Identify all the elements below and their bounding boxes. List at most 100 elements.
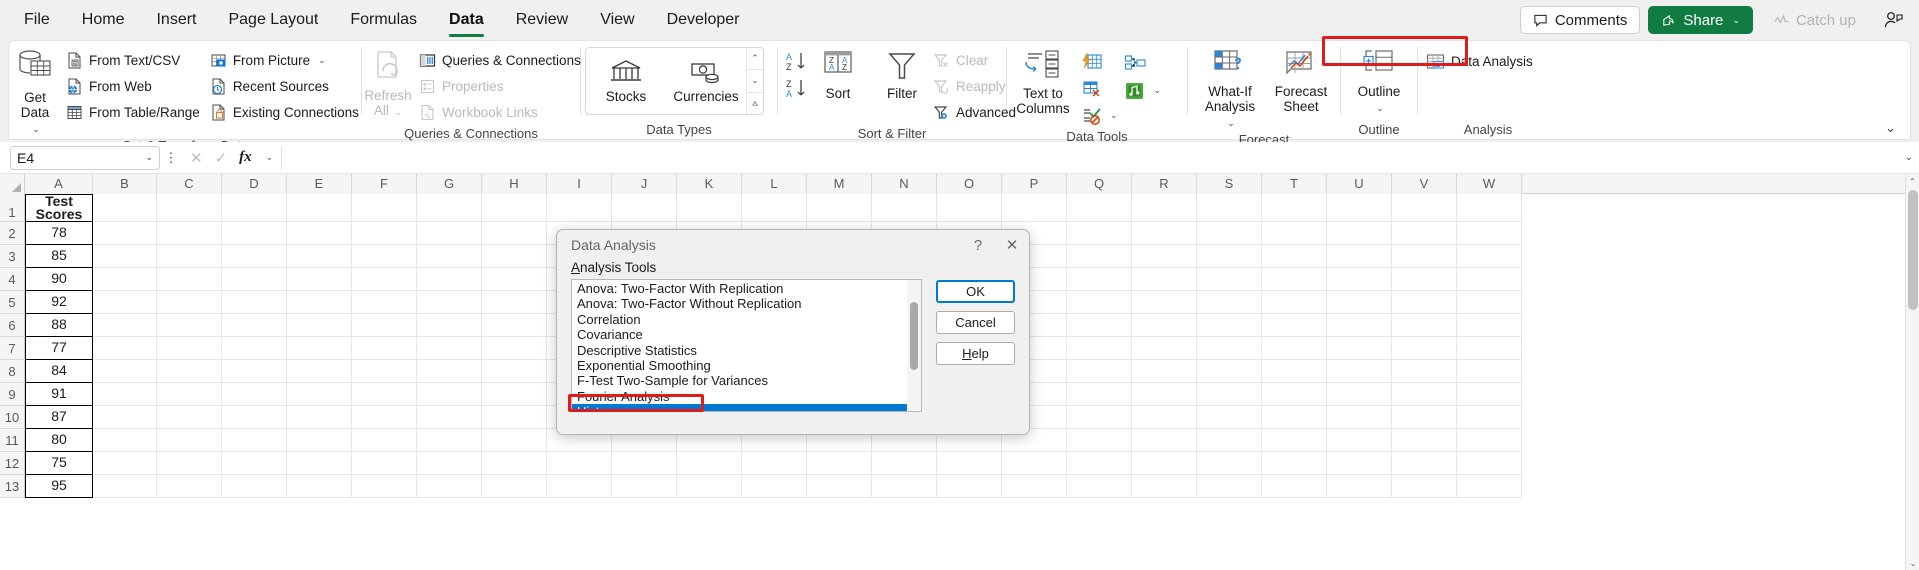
collapse-ribbon-icon[interactable]: ⌄ <box>1885 120 1896 136</box>
row-header-7[interactable]: 7 <box>0 337 24 360</box>
cancel-formula-icon[interactable]: ✕ <box>190 149 203 167</box>
cell-P13[interactable] <box>1002 475 1067 498</box>
cell-R3[interactable] <box>1132 245 1197 268</box>
cell-H1[interactable] <box>482 194 547 222</box>
from-text-csv-button[interactable]: From Text/CSV <box>61 48 205 73</box>
cell-U10[interactable] <box>1327 406 1392 429</box>
listbox-scrollbar-thumb[interactable] <box>910 302 918 370</box>
cell-H3[interactable] <box>482 245 547 268</box>
cell-Q1[interactable] <box>1067 194 1132 222</box>
select-all-corner[interactable] <box>0 174 25 194</box>
cell-U8[interactable] <box>1327 360 1392 383</box>
column-header-U[interactable]: U <box>1327 174 1392 194</box>
row-header-2[interactable]: 2 <box>0 222 24 245</box>
cell-J12[interactable] <box>612 452 677 475</box>
cell-A4[interactable]: 90 <box>25 267 93 291</box>
column-header-C[interactable]: C <box>157 174 222 194</box>
insert-function-icon[interactable]: fx <box>239 149 252 166</box>
ribbon-tab-view[interactable]: View <box>584 0 650 40</box>
relationships-button[interactable] <box>1121 50 1165 75</box>
cell-G3[interactable] <box>417 245 482 268</box>
column-header-M[interactable]: M <box>807 174 872 194</box>
cell-C8[interactable] <box>157 360 222 383</box>
cell-G9[interactable] <box>417 383 482 406</box>
properties-button[interactable]: Properties <box>414 74 586 99</box>
column-header-E[interactable]: E <box>287 174 352 194</box>
cell-D1[interactable] <box>222 194 287 222</box>
cell-U2[interactable] <box>1327 222 1392 245</box>
cell-A9[interactable]: 91 <box>25 382 93 406</box>
column-header-T[interactable]: T <box>1262 174 1327 194</box>
data-analysis-button[interactable]: Data Analysis <box>1418 47 1541 75</box>
cell-W8[interactable] <box>1457 360 1522 383</box>
cell-W1[interactable] <box>1457 194 1522 222</box>
cell-N13[interactable] <box>872 475 937 498</box>
cell-G4[interactable] <box>417 268 482 291</box>
column-header-Q[interactable]: Q <box>1067 174 1132 194</box>
cell-A8[interactable]: 84 <box>25 359 93 383</box>
cell-T4[interactable] <box>1262 268 1327 291</box>
dialog-help-icon[interactable]: ? <box>961 230 995 260</box>
cell-V12[interactable] <box>1392 452 1457 475</box>
cell-E9[interactable] <box>287 383 352 406</box>
cell-S8[interactable] <box>1197 360 1262 383</box>
cell-G8[interactable] <box>417 360 482 383</box>
cell-K13[interactable] <box>677 475 742 498</box>
cell-S2[interactable] <box>1197 222 1262 245</box>
cell-E10[interactable] <box>287 406 352 429</box>
row-header-6[interactable]: 6 <box>0 314 24 337</box>
cell-S1[interactable] <box>1197 194 1262 222</box>
cell-B3[interactable] <box>93 245 157 268</box>
cell-V10[interactable] <box>1392 406 1457 429</box>
workbook-links-button[interactable]: Workbook Links <box>414 100 586 125</box>
cell-M13[interactable] <box>807 475 872 498</box>
cell-F2[interactable] <box>352 222 417 245</box>
cell-Q2[interactable] <box>1067 222 1132 245</box>
cell-V3[interactable] <box>1392 245 1457 268</box>
column-header-F[interactable]: F <box>352 174 417 194</box>
cell-E11[interactable] <box>287 429 352 452</box>
cell-T9[interactable] <box>1262 383 1327 406</box>
cell-D12[interactable] <box>222 452 287 475</box>
cell-H9[interactable] <box>482 383 547 406</box>
ribbon-tab-formulas[interactable]: Formulas <box>334 0 433 40</box>
cell-R9[interactable] <box>1132 383 1197 406</box>
cell-H13[interactable] <box>482 475 547 498</box>
row-header-13[interactable]: 13 <box>0 475 24 498</box>
cell-W4[interactable] <box>1457 268 1522 291</box>
cell-E1[interactable] <box>287 194 352 222</box>
cell-A12[interactable]: 75 <box>25 451 93 475</box>
cell-E7[interactable] <box>287 337 352 360</box>
cell-U11[interactable] <box>1327 429 1392 452</box>
cell-B2[interactable] <box>93 222 157 245</box>
cell-T13[interactable] <box>1262 475 1327 498</box>
cell-C1[interactable] <box>157 194 222 222</box>
catch-up-button[interactable]: Catch up <box>1761 6 1869 34</box>
enter-formula-icon[interactable]: ✓ <box>215 149 228 167</box>
share-people-icon[interactable] <box>1877 5 1911 35</box>
gallery-more-icon[interactable]: ⩟ <box>747 91 763 114</box>
cell-B12[interactable] <box>93 452 157 475</box>
cell-G6[interactable] <box>417 314 482 337</box>
analysis-tool-item[interactable]: Fourier Analysis <box>572 389 921 404</box>
cell-E4[interactable] <box>287 268 352 291</box>
cell-S5[interactable] <box>1197 291 1262 314</box>
cell-F7[interactable] <box>352 337 417 360</box>
cell-T3[interactable] <box>1262 245 1327 268</box>
cell-U1[interactable] <box>1327 194 1392 222</box>
cell-F11[interactable] <box>352 429 417 452</box>
cell-U7[interactable] <box>1327 337 1392 360</box>
formula-input[interactable] <box>281 145 1899 170</box>
cell-W3[interactable] <box>1457 245 1522 268</box>
cell-S13[interactable] <box>1197 475 1262 498</box>
expand-formula-bar-icon[interactable]: ⌄ <box>1905 152 1913 163</box>
from-web-button[interactable]: From Web <box>61 74 205 99</box>
cell-S9[interactable] <box>1197 383 1262 406</box>
cell-Q11[interactable] <box>1067 429 1132 452</box>
cell-A1[interactable]: Test Scores <box>25 194 93 222</box>
column-header-G[interactable]: G <box>417 174 482 194</box>
cell-S11[interactable] <box>1197 429 1262 452</box>
cell-J13[interactable] <box>612 475 677 498</box>
cell-D7[interactable] <box>222 337 287 360</box>
cell-T5[interactable] <box>1262 291 1327 314</box>
